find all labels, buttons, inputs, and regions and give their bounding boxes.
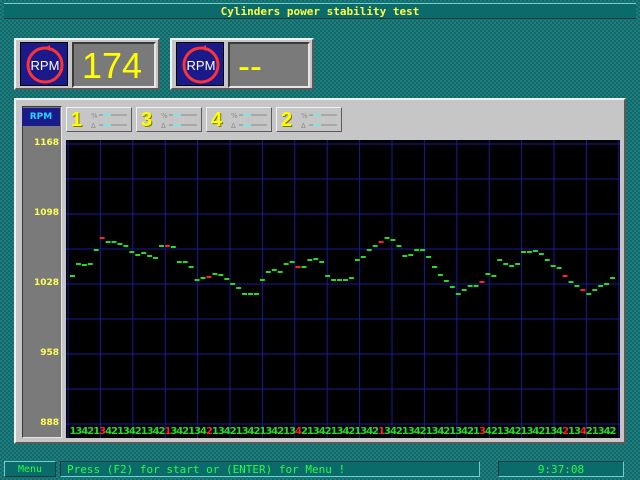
rpm-value-1: 174 [72, 42, 156, 88]
cylinder-number: 3 [141, 109, 153, 131]
cylinder-number: 1 [71, 109, 83, 131]
rpm-value-2: -- [228, 42, 310, 88]
svg-text:%: % [301, 112, 308, 120]
menu-button[interactable]: Menu [4, 461, 56, 477]
cylinder-status-icon: %Δ [301, 112, 337, 130]
cylinder-status-icon: %Δ [91, 112, 127, 130]
cylinder-number: 4 [211, 109, 223, 131]
cylinder-tab-2[interactable]: 2% Δ [276, 107, 342, 132]
rpm-icon-label: RPM [31, 58, 60, 73]
cylinder-tab-3[interactable]: 3% Δ [136, 107, 202, 132]
grid [66, 140, 620, 438]
svg-text:%: % [161, 112, 168, 120]
cylinder-tab-4[interactable]: 4% Δ [206, 107, 272, 132]
cylinder-status-icon: %Δ [231, 112, 267, 130]
cylinder-status-icon: %Δ [161, 112, 197, 130]
y-axis-label: RPM [22, 108, 60, 126]
window-title: Cylinders power stability test [4, 3, 636, 19]
svg-text:Δ: Δ [91, 122, 96, 130]
cylinder-tab-1[interactable]: 1% Δ [66, 107, 132, 132]
x-tick-label: 2 [610, 426, 617, 437]
svg-text:Δ: Δ [301, 122, 306, 130]
cylinder-number: 2 [281, 109, 293, 131]
y-tick-label: 958 [40, 348, 59, 358]
svg-text:Δ: Δ [161, 122, 166, 130]
y-tick-label: 1168 [33, 138, 59, 148]
clock: 9:37:08 [498, 461, 624, 477]
svg-text:Δ: Δ [231, 122, 236, 130]
svg-text:%: % [231, 112, 238, 120]
y-tick-label: 1098 [33, 208, 59, 218]
stability-plot: 1342134213421342134213421342134213421342… [66, 140, 620, 438]
y-axis [22, 106, 62, 438]
rpm-dial-icon: RPM [20, 42, 68, 86]
y-tick-label: 888 [40, 418, 59, 428]
rpm-icon-label: RPM [187, 58, 216, 73]
status-message: Press (F2) for start or (ENTER) for Menu… [60, 461, 480, 477]
rpm-dial-icon: RPM [176, 42, 224, 86]
y-tick-label: 1028 [33, 278, 59, 288]
svg-text:%: % [91, 112, 98, 120]
plot-svg: 1342134213421342134213421342134213421342… [66, 140, 620, 438]
